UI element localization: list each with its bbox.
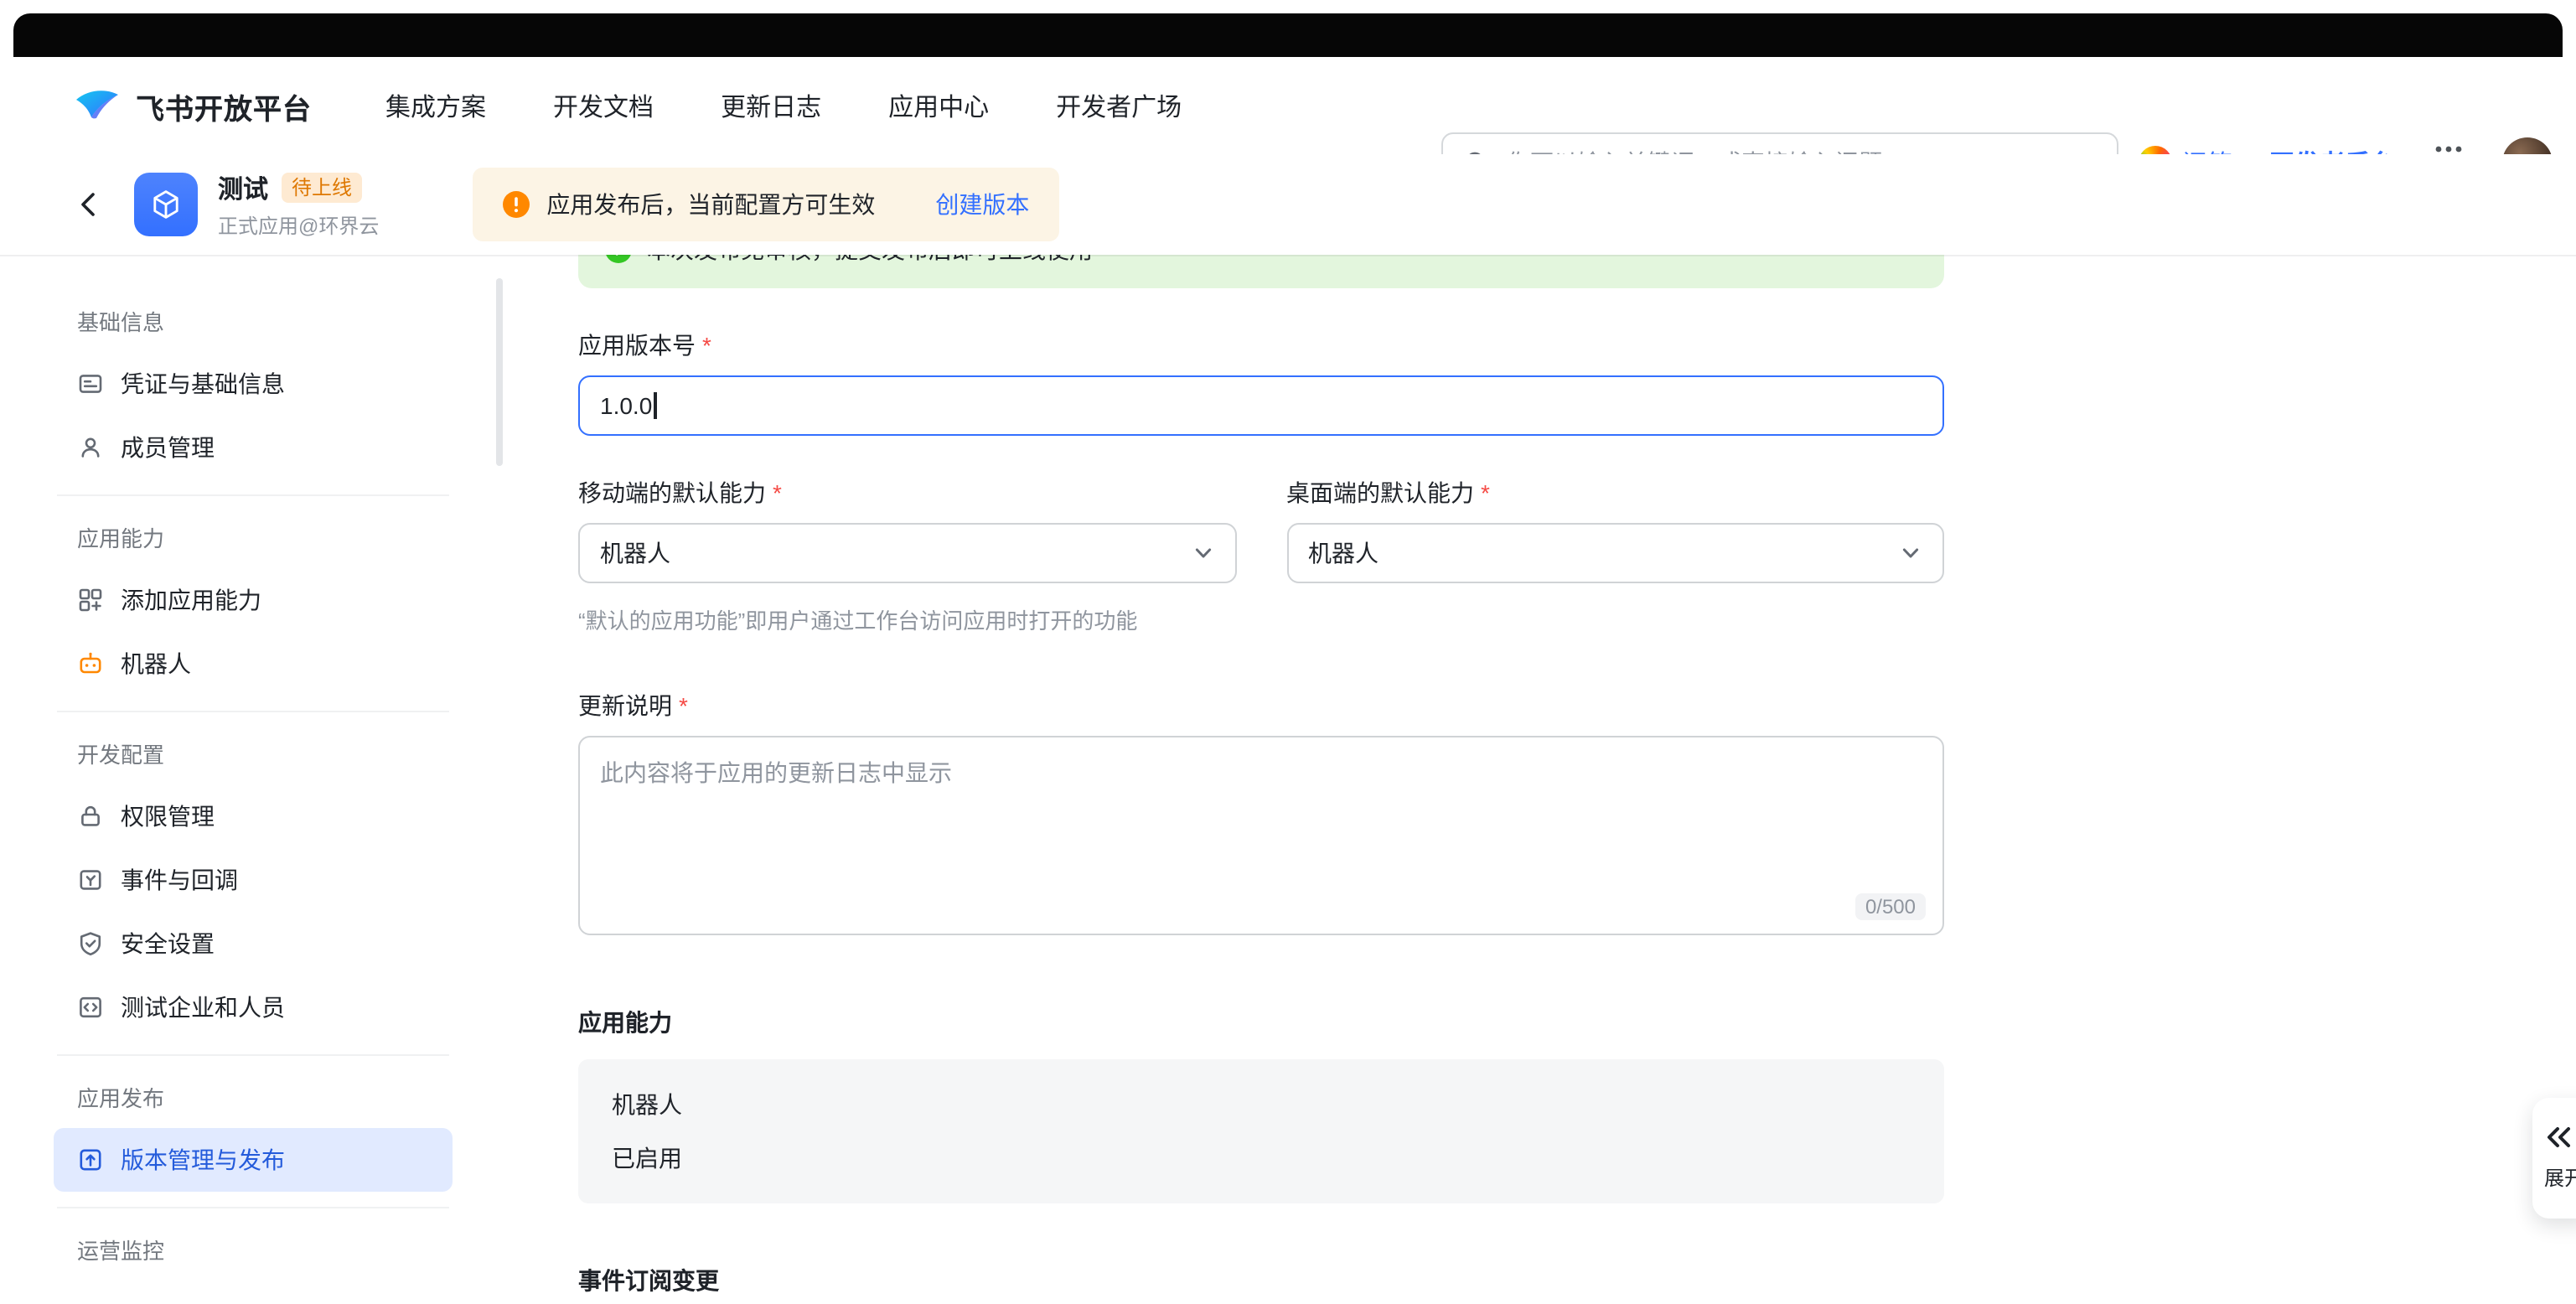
- changelog-label: 更新说明*: [578, 689, 1944, 722]
- publish-notice-banner: 应用发布后，当前配置方可生效 创建版本: [473, 168, 1059, 241]
- divider: [57, 711, 449, 712]
- sidebar-item-label: 凭证与基础信息: [121, 367, 285, 401]
- test-org-icon: [77, 994, 104, 1021]
- desktop-capability-value: 机器人: [1308, 536, 1379, 570]
- status-badge: 待上线: [282, 173, 362, 203]
- mobile-capability-value: 机器人: [600, 536, 670, 570]
- nav-item-dev-plaza[interactable]: 开发者广场: [1056, 88, 1182, 123]
- notice-text: 应用发布后，当前配置方可生效: [546, 188, 875, 221]
- mobile-capability-label: 移动端的默认能力*: [578, 476, 1236, 510]
- capability-section-title: 应用能力: [578, 1006, 1944, 1039]
- feishu-logo[interactable]: 飞书开放平台: [74, 85, 312, 127]
- version-value: 1.0.0: [600, 392, 652, 419]
- nav-item-app-center[interactable]: 应用中心: [888, 88, 989, 123]
- success-banner: 本次发布免审核，提交发布后即可上线使用: [578, 255, 1944, 288]
- nav-item-docs[interactable]: 开发文档: [553, 88, 654, 123]
- chevron-down-icon: [1191, 541, 1214, 565]
- changelog-textarea[interactable]: [580, 737, 1942, 934]
- page: 飞书开放平台 集成方案 开发文档 更新日志 应用中心 开发者广场 问答 开发者后…: [0, 0, 2576, 1304]
- divider: [57, 1207, 449, 1208]
- release-icon: [77, 1146, 104, 1173]
- version-input[interactable]: 1.0.0: [578, 375, 1944, 436]
- nav-item-changelog[interactable]: 更新日志: [721, 88, 821, 123]
- sidebar-item-members[interactable]: 成员管理: [54, 416, 453, 479]
- char-counter: 0/500: [1855, 893, 1926, 920]
- events-section-title: 事件订阅变更: [578, 1264, 1944, 1297]
- capability-summary-box: 机器人 已启用: [578, 1059, 1944, 1203]
- app-name: 测试: [218, 170, 268, 205]
- sidebar-item-credentials[interactable]: 凭证与基础信息: [54, 352, 453, 416]
- sidebar-item-label: 安全设置: [121, 927, 215, 960]
- desktop-capability-label: 桌面端的默认能力*: [1286, 476, 1944, 510]
- sidebar-item-label: 版本管理与发布: [121, 1143, 285, 1177]
- sidebar-scrollbar[interactable]: [496, 278, 503, 466]
- required-mark: *: [679, 692, 688, 719]
- sidebar-item-add-capability[interactable]: 添加应用能力: [54, 568, 453, 632]
- required-mark: *: [702, 332, 711, 359]
- sidebar-item-permissions[interactable]: 权限管理: [54, 784, 453, 848]
- sidebar-item-label: 机器人: [121, 647, 191, 680]
- sidebar-item-events-callbacks[interactable]: 事件与回调: [54, 848, 453, 912]
- warning-icon: [503, 191, 530, 218]
- text-caret: [654, 392, 656, 419]
- permission-icon: [77, 803, 104, 830]
- sidebar: 基础信息 凭证与基础信息 成员管理 应用能力: [54, 255, 453, 1281]
- expand-label: 展开: [2544, 1163, 2576, 1192]
- desktop-capability-select[interactable]: 机器人: [1286, 523, 1944, 583]
- security-shield-icon: [77, 930, 104, 957]
- primary-nav: 集成方案 开发文档 更新日志 应用中心 开发者广场: [385, 88, 1182, 123]
- back-icon[interactable]: [74, 189, 104, 220]
- app-header: 测试 待上线 正式应用@环界云 应用发布后，当前配置方可生效 创建版本: [0, 154, 2576, 255]
- success-check-icon: [605, 255, 632, 263]
- double-chevron-left-icon: [2544, 1125, 2573, 1150]
- sidebar-item-label: 成员管理: [121, 431, 215, 464]
- feishu-logo-icon: [74, 85, 121, 126]
- divider: [57, 1054, 449, 1056]
- sidebar-item-label: 测试企业和人员: [121, 991, 285, 1024]
- logo-text: 飞书开放平台: [136, 85, 312, 127]
- sidebar-item-security[interactable]: 安全设置: [54, 912, 453, 975]
- app-icon: [134, 173, 198, 236]
- top-navigation: 飞书开放平台 集成方案 开发文档 更新日志 应用中心 开发者广场 问答 开发者后…: [0, 57, 2576, 154]
- sidebar-item-label: 权限管理: [121, 799, 215, 833]
- sidebar-section-capabilities: 应用能力: [54, 511, 453, 568]
- sidebar-section-release: 应用发布: [54, 1071, 453, 1128]
- sidebar-section-ops-monitor: 运营监控: [54, 1224, 453, 1281]
- changelog-textarea-wrap: 0/500: [578, 736, 1944, 935]
- expand-panel-toggle[interactable]: 展开: [2532, 1098, 2576, 1219]
- divider: [57, 494, 449, 496]
- required-mark: *: [773, 479, 782, 506]
- add-capability-icon: [77, 587, 104, 613]
- nav-item-integration[interactable]: 集成方案: [385, 88, 486, 123]
- version-label: 应用版本号*: [578, 329, 1944, 362]
- capability-name: 机器人: [612, 1088, 1911, 1121]
- sidebar-item-bot[interactable]: 机器人: [54, 632, 453, 696]
- sidebar-item-version-release[interactable]: 版本管理与发布: [54, 1128, 453, 1192]
- events-icon: [77, 867, 104, 893]
- chevron-down-icon: [1899, 541, 1922, 565]
- create-version-link[interactable]: 创建版本: [935, 188, 1029, 221]
- sidebar-item-label: 事件与回调: [121, 863, 238, 897]
- app-meta: 测试 待上线 正式应用@环界云: [218, 170, 379, 239]
- sidebar-section-dev-config: 开发配置: [54, 727, 453, 784]
- members-icon: [77, 434, 104, 461]
- success-banner-text: 本次发布免审核，提交发布后即可上线使用: [647, 255, 1093, 266]
- content-area: 本次发布免审核，提交发布后即可上线使用 应用版本号* 1.0.0 移动端的默认能…: [578, 255, 1944, 1304]
- main-region: 基础信息 凭证与基础信息 成员管理 应用能力: [0, 255, 2576, 1304]
- required-mark: *: [1481, 479, 1490, 506]
- sidebar-item-label: 添加应用能力: [121, 583, 261, 617]
- capability-hint: “默认的应用功能”即用户通过工作台访问应用时打开的功能: [578, 603, 1944, 635]
- mobile-capability-select[interactable]: 机器人: [578, 523, 1236, 583]
- capability-status: 已启用: [612, 1141, 1911, 1175]
- credential-icon: [77, 370, 104, 397]
- sidebar-section-basic-info: 基础信息: [54, 295, 453, 352]
- sidebar-item-test-org[interactable]: 测试企业和人员: [54, 975, 453, 1039]
- window-titlebar: [13, 13, 2563, 57]
- robot-icon: [77, 650, 104, 677]
- app-subtitle: 正式应用@环界云: [218, 210, 379, 239]
